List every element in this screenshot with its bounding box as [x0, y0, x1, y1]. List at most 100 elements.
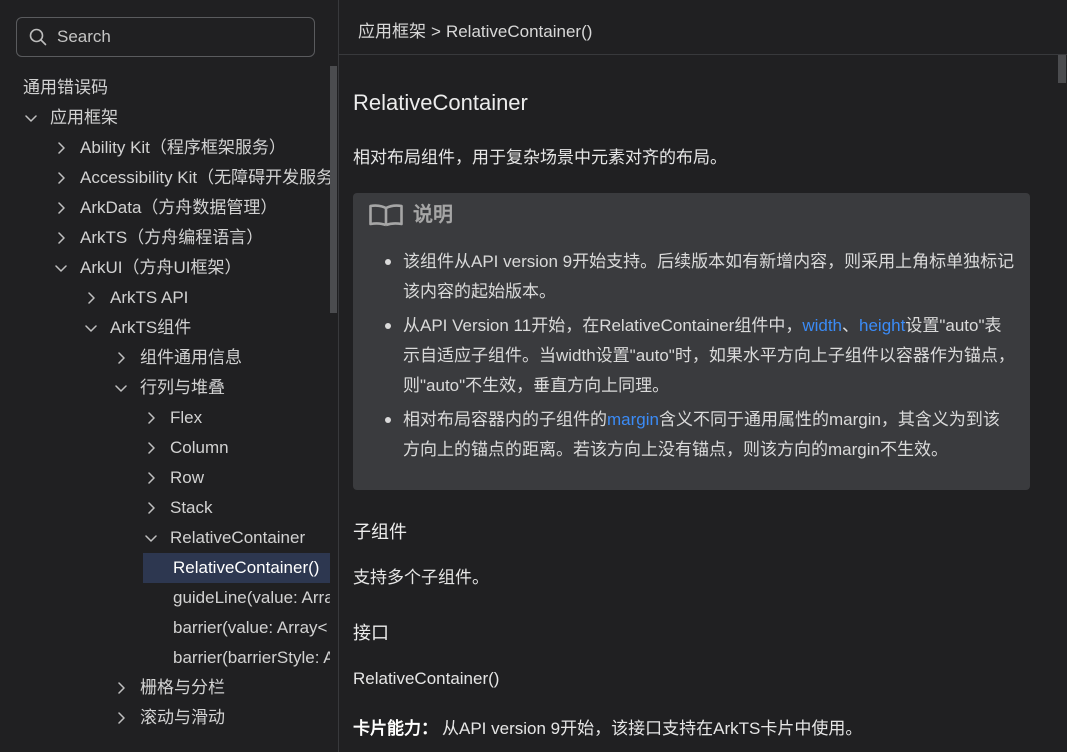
nav-item-label: RelativeContainer	[170, 528, 306, 547]
nav-tree: 通用错误码应用框架 Ability Kit（程序框架服务） Accessibilit…	[0, 73, 330, 752]
nav-tree-item[interactable]: Row	[113, 463, 330, 493]
nav-tree-item-selected[interactable]: RelativeContainer()	[143, 553, 330, 583]
search-box[interactable]	[16, 17, 315, 57]
nav-tree-item[interactable]: Column	[113, 433, 330, 463]
note-heading: 说明	[413, 204, 453, 226]
chevron-right-icon[interactable]	[53, 223, 69, 253]
nav-item-label: ArkUI（方舟UI框架）	[80, 258, 242, 277]
content-scrollbar[interactable]	[1058, 55, 1066, 752]
note-text: 相对布局容器内的子组件的	[403, 410, 607, 429]
content-scrollbar-thumb[interactable]	[1058, 55, 1066, 83]
book-open-icon	[368, 203, 404, 227]
chevron-down-icon[interactable]	[23, 103, 39, 133]
nav-tree-item[interactable]: ArkData（方舟数据管理）	[23, 193, 330, 223]
nav-item-label: barrier(value: Array<	[173, 618, 328, 637]
chevron-right-icon[interactable]	[113, 673, 129, 703]
nav-tree-item[interactable]: 组件通用信息	[83, 343, 330, 373]
search-input[interactable]	[47, 18, 314, 56]
nav-item-label: barrier(barrierStyle: A	[173, 648, 330, 667]
chevron-right-icon[interactable]	[83, 283, 99, 313]
nav-item-label: ArkTS（方舟编程语言）	[80, 228, 264, 247]
note-text: 、	[842, 316, 860, 335]
chevron-right-icon[interactable]	[113, 703, 129, 733]
chevron-right-icon[interactable]	[53, 193, 69, 223]
nav-item-label: Accessibility Kit（无障碍开发服务	[80, 168, 330, 187]
note-text: 该组件从API version 9开始支持。后续版本如有新增内容，则采用上角标单…	[403, 252, 1015, 301]
inline-link[interactable]: margin	[607, 410, 659, 429]
note-item: 相对布局容器内的子组件的margin含义不同于通用属性的margin，其含义为到…	[385, 405, 1015, 465]
chevron-down-icon[interactable]	[143, 523, 159, 553]
section-heading-subcomponents: 子组件	[353, 522, 407, 542]
article-description: 相对布局组件，用于复杂场景中元素对齐的布局。	[353, 148, 727, 167]
nav-item-label: 组件通用信息	[140, 348, 242, 367]
nav-item-label: ArkData（方舟数据管理）	[80, 198, 278, 217]
chevron-right-icon[interactable]	[143, 403, 159, 433]
nav-tree-item[interactable]: 应用框架	[0, 103, 330, 133]
chevron-down-icon[interactable]	[53, 253, 69, 283]
chevron-down-icon[interactable]	[83, 313, 99, 343]
search-icon[interactable]	[29, 28, 47, 46]
nav-tree-item[interactable]: barrier(barrierStyle: A	[143, 643, 330, 673]
chevron-right-icon[interactable]	[53, 133, 69, 163]
nav-tree-item[interactable]: ArkTS API	[53, 283, 330, 313]
breadcrumb: 应用框架 > RelativeContainer()	[358, 20, 592, 44]
chevron-right-icon[interactable]	[143, 433, 159, 463]
note-item: 从API Version 11开始，在RelativeContainer组件中，…	[385, 311, 1015, 401]
breadcrumb-link[interactable]: 应用框架	[358, 22, 426, 41]
nav-item-label: RelativeContainer()	[173, 558, 320, 577]
content-pane: 应用框架 > RelativeContainer() RelativeContain…	[339, 0, 1067, 752]
nav-tree-item[interactable]: 滚动与滑动	[83, 703, 330, 733]
note-text: 从API Version 11开始，在RelativeContainer组件中，	[403, 316, 803, 335]
nav-tree-item[interactable]: 栅格与分栏	[83, 673, 330, 703]
nav-tree-item[interactable]: Ability Kit（程序框架服务）	[23, 133, 330, 163]
page-title: RelativeContainer	[353, 90, 528, 115]
breadcrumb-separator: >	[431, 22, 441, 41]
nav-item-label: Row	[170, 468, 205, 487]
nav-tree-item[interactable]: RelativeContainer	[113, 523, 330, 553]
chevron-right-icon[interactable]	[143, 463, 159, 493]
nav-tree-item[interactable]: 行列与堆叠	[83, 373, 330, 403]
subcomponents-text: 支持多个子组件。	[353, 568, 489, 587]
card-capability: 卡片能力： 从API version 9开始，该接口支持在ArkTS卡片中使用。	[353, 714, 1030, 744]
breadcrumb-current: RelativeContainer()	[445, 22, 593, 41]
note-item: 该组件从API version 9开始支持。后续版本如有新增内容，则采用上角标单…	[385, 247, 1015, 307]
chevron-right-icon[interactable]	[53, 163, 69, 193]
nav-item-label: 通用错误码	[23, 78, 108, 97]
nav-item-label: Stack	[170, 498, 213, 517]
nav-tree-item[interactable]: guideLine(value: Arra	[143, 583, 330, 613]
interface-signature: RelativeContainer()	[353, 669, 500, 688]
nav-tree-item[interactable]: barrier(value: Array<	[143, 613, 330, 643]
nav-item-label: 滚动与滑动	[140, 708, 225, 727]
nav-tree-item[interactable]: Stack	[113, 493, 330, 523]
sidebar: 通用错误码应用框架 Ability Kit（程序框架服务） Accessibilit…	[0, 0, 339, 752]
nav-tree-item[interactable]: Flex	[113, 403, 330, 433]
nav-tree-item[interactable]: ArkTS组件	[53, 313, 330, 343]
nav-tree-item[interactable]: ArkUI（方舟UI框架）	[23, 253, 330, 283]
inline-link[interactable]: height	[859, 316, 905, 335]
note-box: 说明 该组件从API version 9开始支持。后续版本如有新增内容，则采用上…	[353, 193, 1030, 490]
chevron-right-icon[interactable]	[113, 343, 129, 373]
nav-tree-item[interactable]: 通用错误码	[0, 73, 330, 103]
nav-item-label: Ability Kit（程序框架服务）	[80, 138, 286, 157]
nav-item-label: 栅格与分栏	[140, 678, 225, 697]
nav-item-label: ArkTS组件	[110, 318, 192, 337]
card-capability-text: 从API version 9开始，该接口支持在ArkTS卡片中使用。	[442, 719, 863, 738]
nav-item-label: ArkTS API	[110, 288, 189, 307]
article: RelativeContainer 相对布局组件，用于复杂场景中元素对齐的布局。…	[353, 55, 1030, 752]
note-list: 该组件从API version 9开始支持。后续版本如有新增内容，则采用上角标单…	[368, 247, 1015, 465]
chevron-down-icon[interactable]	[113, 373, 129, 403]
nav-item-label: 行列与堆叠	[140, 378, 225, 397]
card-capability-label: 卡片能力：	[353, 719, 438, 738]
nav-item-label: Flex	[170, 408, 203, 427]
nav-tree-item[interactable]: ArkTS（方舟编程语言）	[23, 223, 330, 253]
nav-item-label: Column	[170, 438, 229, 457]
nav-item-label: guideLine(value: Arra	[173, 588, 330, 607]
nav-item-label: 应用框架	[50, 108, 118, 127]
sidebar-scrollbar[interactable]	[330, 66, 337, 752]
nav-tree-item[interactable]: Accessibility Kit（无障碍开发服务	[23, 163, 330, 193]
section-heading-interface: 接口	[353, 623, 389, 643]
chevron-right-icon[interactable]	[143, 493, 159, 523]
inline-link[interactable]: width	[802, 316, 842, 335]
note-header: 说明	[368, 203, 1015, 227]
sidebar-scrollbar-thumb[interactable]	[330, 66, 337, 313]
